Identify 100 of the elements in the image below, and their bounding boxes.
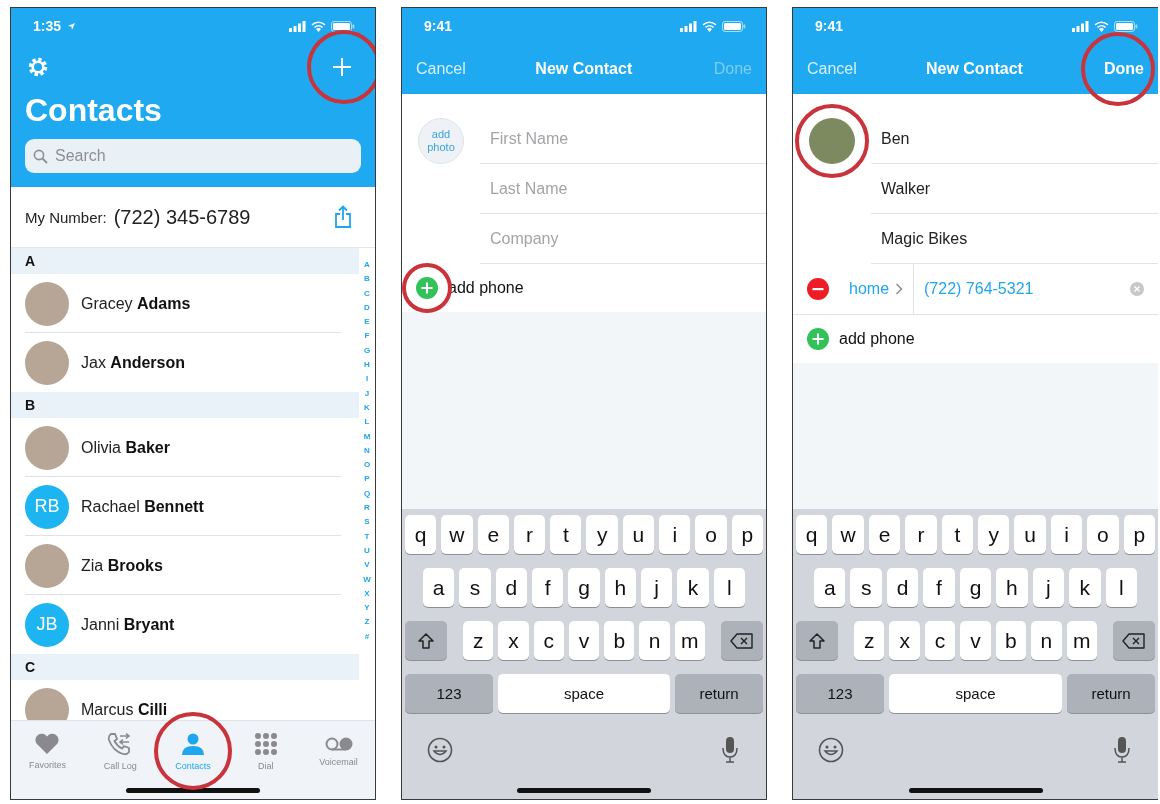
letter-key[interactable]: f	[532, 568, 564, 607]
letter-key[interactable]: t	[941, 515, 974, 554]
letter-key[interactable]: o	[695, 515, 727, 554]
letter-key[interactable]: l	[713, 568, 745, 607]
letter-key[interactable]: a	[814, 568, 846, 607]
contact-row[interactable]: Jax Anderson	[11, 333, 359, 392]
letter-key[interactable]: c	[924, 621, 956, 660]
letter-key[interactable]: n	[1031, 621, 1062, 660]
letter-key[interactable]: s	[459, 568, 491, 607]
voicemail-icon	[323, 735, 354, 752]
letter-key[interactable]: y	[978, 515, 1010, 554]
letter-key[interactable]: i	[659, 515, 691, 554]
letter-key[interactable]: o	[1087, 515, 1119, 554]
letter-key[interactable]: e	[868, 515, 901, 554]
letter-key[interactable]: d	[886, 568, 919, 607]
battery-icon	[722, 20, 746, 32]
letter-key[interactable]: j	[640, 568, 673, 607]
photo-placeholder	[25, 687, 69, 720]
chevron-icon	[895, 283, 904, 295]
letter-key[interactable]: g	[568, 568, 600, 607]
search-field[interactable]: Search	[25, 139, 361, 173]
letter-key[interactable]: u	[622, 515, 655, 554]
search-input[interactable]: Search	[53, 146, 257, 166]
shift-key[interactable]	[796, 621, 838, 660]
letter-key[interactable]: l	[1105, 568, 1137, 607]
letter-key[interactable]: x	[498, 621, 529, 660]
letter-key[interactable]: t	[550, 515, 582, 554]
battery-icon	[331, 20, 355, 32]
contact-row[interactable]: JB Janni Bryant	[11, 595, 359, 654]
letter-key[interactable]: k	[1069, 568, 1101, 607]
letter-key[interactable]: p	[1123, 515, 1156, 554]
backspace-key[interactable]	[720, 621, 763, 660]
letter-key[interactable]: n	[639, 621, 670, 660]
letter-key[interactable]: i	[1050, 515, 1083, 554]
emoji-icon[interactable]	[427, 737, 453, 763]
return-key[interactable]: return	[675, 674, 763, 713]
status-time: 9:41	[423, 18, 453, 34]
letter-key[interactable]: k	[677, 568, 709, 607]
photo-placeholder	[25, 543, 69, 588]
letter-key[interactable]: b	[604, 621, 635, 660]
space-key[interactable]: space	[498, 674, 670, 713]
letter-key[interactable]: a	[423, 568, 455, 607]
letter-key[interactable]: z	[463, 621, 494, 660]
status-time: 1:35	[32, 18, 62, 34]
add-icon	[416, 277, 438, 299]
wifi-icon	[311, 20, 326, 32]
section-header: C	[11, 654, 359, 680]
letter-key[interactable]: u	[1014, 515, 1046, 554]
signal-icon	[1072, 20, 1089, 32]
numbers-key[interactable]: 123	[796, 674, 884, 713]
settings-icon[interactable]	[27, 56, 49, 78]
letter-key[interactable]: r	[513, 515, 546, 554]
letter-key[interactable]: c	[533, 621, 564, 660]
contact-row[interactable]: Olivia Baker	[11, 418, 359, 477]
letter-key[interactable]: h	[604, 568, 636, 607]
backspace-icon	[1121, 632, 1146, 649]
plus-icon	[331, 56, 353, 78]
letter-key[interactable]: d	[495, 568, 527, 607]
photo-placeholder	[25, 281, 69, 326]
letter-key[interactable]: w	[441, 515, 473, 554]
screen-title: New Contact	[925, 60, 1023, 78]
return-key[interactable]: return	[1067, 674, 1155, 713]
microphone-icon[interactable]	[721, 736, 739, 764]
letter-key[interactable]: v	[960, 621, 991, 660]
letter-key[interactable]: s	[850, 568, 882, 607]
letter-key[interactable]: y	[586, 515, 618, 554]
letter-key[interactable]: z	[854, 621, 885, 660]
battery-icon	[1114, 20, 1138, 32]
letter-key[interactable]: e	[477, 515, 509, 554]
letter-key[interactable]: p	[731, 515, 763, 554]
signal-icon	[680, 20, 697, 32]
letter-key[interactable]: f	[923, 568, 955, 607]
shift-key[interactable]	[405, 621, 447, 660]
letter-key[interactable]: m	[674, 621, 705, 660]
letter-key[interactable]: v	[568, 621, 600, 660]
wifi-icon	[702, 20, 717, 32]
letter-key[interactable]: q	[796, 515, 828, 554]
contact-row[interactable]: RB Rachael Bennett	[11, 477, 359, 536]
letter-key[interactable]: m	[1066, 621, 1097, 660]
share-icon[interactable]	[333, 205, 353, 229]
remove-icon[interactable]	[807, 278, 829, 300]
letter-key[interactable]: b	[995, 621, 1027, 660]
letter-key[interactable]: q	[405, 515, 437, 554]
contact-row[interactable]: Zia Brooks	[11, 536, 359, 595]
letter-key[interactable]: j	[1032, 568, 1065, 607]
emoji-icon[interactable]	[818, 737, 844, 763]
letter-key[interactable]: w	[832, 515, 864, 554]
letter-key[interactable]: x	[889, 621, 920, 660]
signal-icon	[289, 20, 306, 32]
letter-key[interactable]: h	[996, 568, 1028, 607]
backspace-icon	[729, 632, 754, 649]
letter-key[interactable]: g	[959, 568, 992, 607]
initials-avatar: RB	[25, 484, 69, 529]
space-key[interactable]: space	[889, 674, 1062, 713]
photo-placeholder[interactable]	[809, 118, 855, 164]
numbers-key[interactable]: 123	[405, 674, 493, 713]
contact-row[interactable]: Gracey Adams	[11, 274, 359, 333]
microphone-icon[interactable]	[1113, 736, 1131, 764]
letter-key[interactable]: r	[905, 515, 937, 554]
backspace-key[interactable]	[1112, 621, 1155, 660]
